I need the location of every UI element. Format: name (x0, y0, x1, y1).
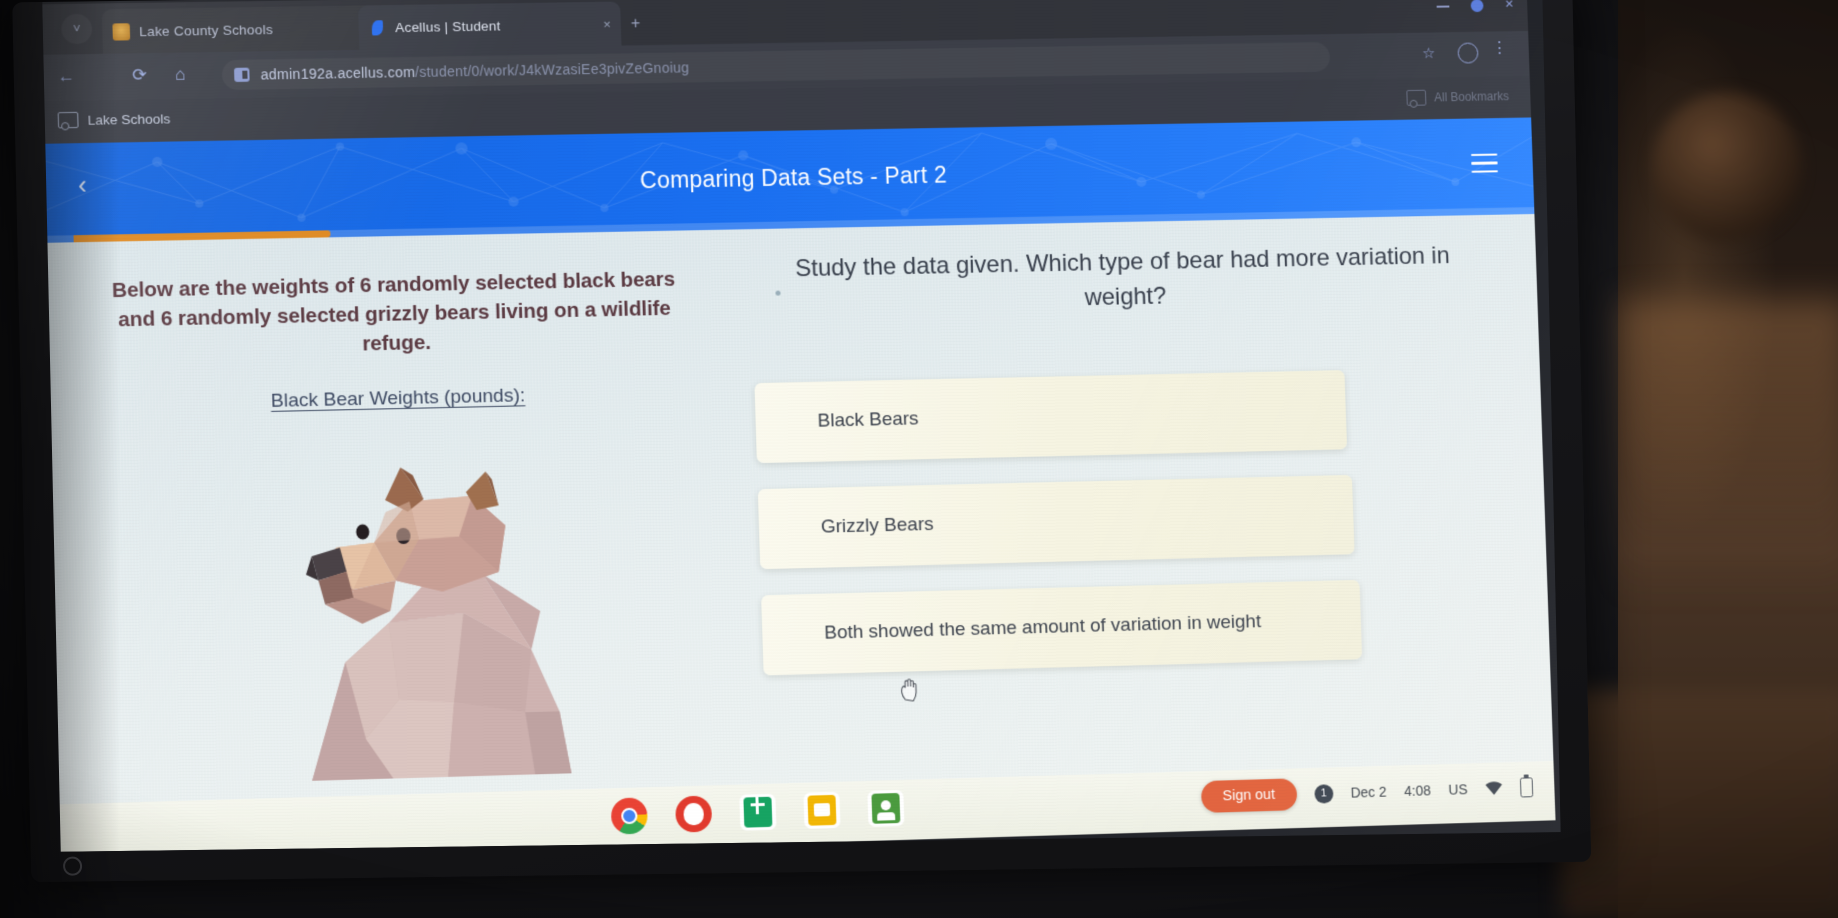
window-controls: × (1436, 0, 1514, 14)
bookmark-label: Lake Schools (87, 110, 171, 128)
new-tab-button[interactable]: + (631, 15, 641, 33)
acellus-lesson-page: ‹ Comparing Data Sets - Part 2 Below are… (42, 117, 1556, 852)
browser-tab-acellus-student[interactable]: Acellus | Student × (358, 1, 622, 50)
wall-highlight-a (1652, 92, 1802, 242)
photo-of-chromebook-screen: ˅ Lake County Schools × Acellus | Studen… (0, 0, 1838, 918)
minimize-icon[interactable] (1436, 5, 1450, 8)
answer-option-grizzly-bears[interactable]: Grizzly Bears (757, 474, 1355, 570)
all-bookmarks-label: All Bookmarks (1433, 89, 1510, 105)
answer-option-both-same[interactable]: Both showed the same amount of variation… (761, 579, 1363, 702)
home-icon[interactable]: ⌂ (175, 65, 186, 85)
folder-icon (57, 111, 79, 129)
bookmark-item-lake-schools[interactable]: Lake Schools (57, 110, 171, 129)
bookmark-star-icon[interactable]: ☆ (1422, 44, 1436, 62)
lesson-content: Below are the weights of 6 randomly sele… (42, 214, 1555, 852)
close-window-icon[interactable]: × (1505, 0, 1514, 13)
status-tray[interactable]: Sign out 1 Dec 2 4:08 US (1200, 771, 1534, 813)
reload-icon[interactable]: ⟳ (132, 65, 147, 85)
browser-tab-lake-county-schools[interactable]: Lake County Schools × (102, 5, 398, 54)
battery-icon[interactable] (1519, 777, 1534, 798)
answer-option-black-bears[interactable]: Black Bears (754, 370, 1348, 464)
chromebook-device: ˅ Lake County Schools × Acellus | Studen… (12, 0, 1602, 902)
wifi-icon[interactable] (1485, 781, 1503, 796)
right-column: Study the data given. Which type of bear… (736, 238, 1508, 702)
left-column: Below are the weights of 6 randomly sele… (79, 264, 711, 417)
bear-lowpoly-svg (305, 466, 572, 781)
hamburger-menu-icon[interactable] (1470, 153, 1498, 179)
url-path: /student/0/work/J4kWzasiEe3pivZeGnoiug (414, 59, 690, 80)
google-sheets-icon[interactable] (739, 793, 777, 831)
power-indicator-icon (62, 856, 83, 876)
answer-options: Black Bears Grizzly Bears Both showed th… (754, 370, 1363, 702)
profile-avatar[interactable] (1457, 42, 1479, 64)
google-classroom-icon[interactable] (867, 789, 905, 827)
shelf-time: 4:08 (1403, 782, 1432, 799)
shelf-app-icons (610, 789, 905, 835)
tab-title: Lake County Schools (138, 21, 274, 39)
folder-icon (1406, 89, 1427, 106)
wall-highlight-b (1618, 300, 1838, 600)
pointing-hand-cursor-icon (901, 679, 918, 702)
question-prompt: Below are the weights of 6 randomly sele… (111, 267, 676, 356)
grizzly-bear-illustration (286, 441, 600, 781)
option-label: Grizzly Bears (820, 513, 934, 538)
url-host: admin192a.acellus.com (260, 63, 416, 83)
app-red-icon[interactable] (675, 795, 713, 833)
tab-search-chevron-icon[interactable]: ˅ (60, 13, 93, 45)
back-icon[interactable]: ← (57, 66, 75, 86)
data-table-heading: Black Bear Weights (pounds): (270, 385, 526, 413)
page-info-icon[interactable] (233, 67, 250, 82)
acellus-icon (369, 19, 387, 36)
url-text: admin192a.acellus.com/student/0/work/J4k… (260, 59, 689, 82)
school-icon (112, 22, 131, 41)
floor-surface (1560, 690, 1838, 918)
question-text: Study the data given. Which type of bear… (794, 242, 1451, 311)
maximize-icon[interactable] (1470, 0, 1484, 13)
shelf-input-locale[interactable]: US (1448, 781, 1468, 797)
notification-badge[interactable]: 1 (1313, 783, 1334, 804)
option-label: Both showed the same amount of variation… (823, 611, 1262, 644)
option-label: Black Bears (817, 408, 919, 432)
chrome-menu-icon[interactable]: ⋮ (1491, 40, 1507, 57)
sign-out-button[interactable]: Sign out (1200, 778, 1298, 813)
shelf-date: Dec 2 (1350, 783, 1387, 801)
google-slides-icon[interactable] (803, 791, 841, 829)
decorative-dot-icon (775, 290, 781, 296)
screen: ˅ Lake County Schools × Acellus | Studen… (42, 0, 1561, 852)
all-bookmarks-button[interactable]: All Bookmarks (1406, 88, 1510, 106)
chrome-icon[interactable] (610, 797, 649, 835)
tab-title: Acellus | Student (394, 17, 501, 35)
close-tab-icon[interactable]: × (595, 16, 611, 31)
